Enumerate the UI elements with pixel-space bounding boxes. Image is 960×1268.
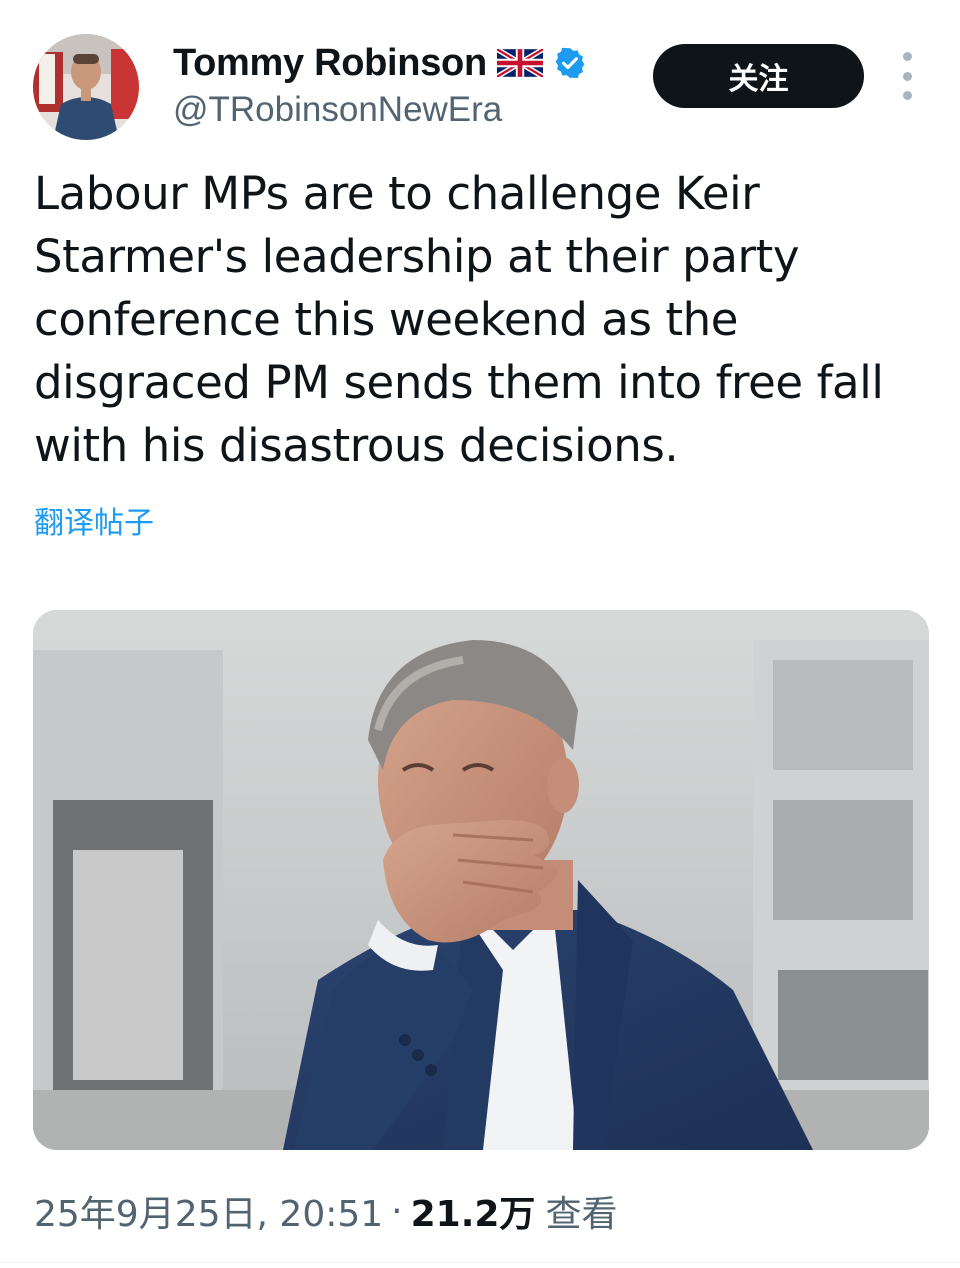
post-meta: 25年9月25日, 20:51 · 21.2万 查看 [34,1185,618,1237]
more-dot [902,71,912,81]
author-handle[interactable]: @TRobinsonNewEra [173,90,502,130]
verified-badge-icon [553,46,587,80]
author-avatar[interactable] [33,34,139,140]
post-timestamp[interactable]: 25年9月25日, 20:51 [34,1185,383,1237]
more-dot [902,52,912,61]
views-label: 查看 [545,1194,618,1235]
more-dot [902,91,912,100]
author-display-name[interactable]: Tommy Robinson [173,42,487,85]
uk-flag-icon [496,49,543,77]
post-photo[interactable] [33,610,929,1150]
author-name-row: Tommy Robinson [173,40,587,86]
divider [0,1262,960,1263]
follow-button[interactable]: 关注 [653,44,864,108]
more-vertical-icon[interactable] [895,52,919,100]
views-count: 21.2万 [410,1194,536,1235]
meta-separator: · [391,1190,403,1232]
post-text: Labour MPs are to challenge Keir Starmer… [34,167,884,472]
translate-post-link[interactable]: 翻译帖子 [34,498,154,542]
